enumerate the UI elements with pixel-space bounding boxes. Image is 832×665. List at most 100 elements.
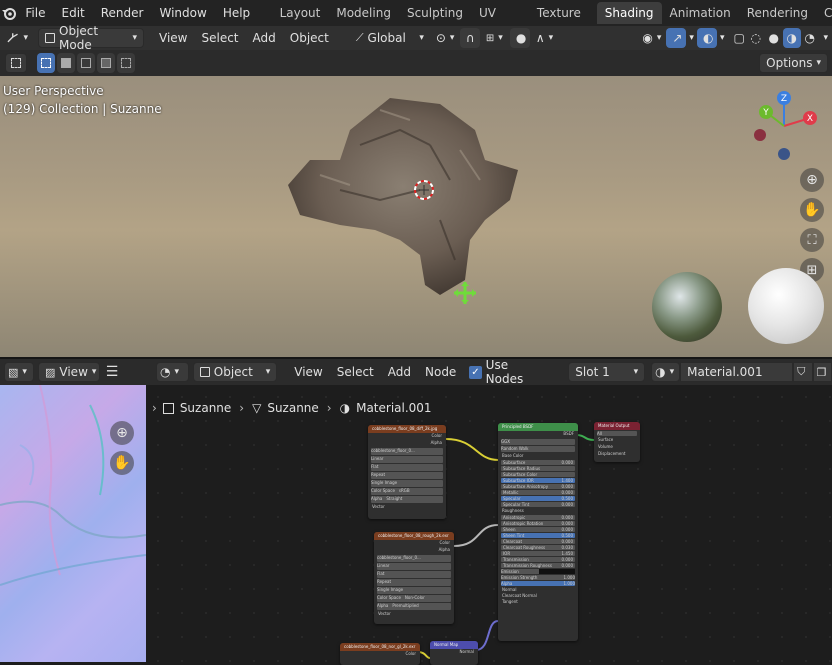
- material-output-node[interactable]: Material Output All Surface Volume Displ…: [594, 422, 640, 462]
- tab-uv-editing[interactable]: UV Editing: [471, 2, 529, 42]
- emission-strength-field[interactable]: Emission Strength 1.000: [501, 575, 575, 580]
- bsdf-field[interactable]: Specular Tint 0.000: [501, 502, 575, 507]
- bsdf-field[interactable]: Anisotropic 0.000: [501, 515, 575, 520]
- menu-window[interactable]: Window: [151, 0, 214, 26]
- select-mode-invert[interactable]: [97, 53, 115, 73]
- bsdf-field[interactable]: Sheen Tint 0.500: [501, 533, 575, 538]
- image-texture-node-diffuse[interactable]: cobblestone_floor_08_diff_2k.jpg Color A…: [368, 425, 446, 519]
- overlay-dropdown-arrow[interactable]: ▾: [717, 33, 728, 43]
- gizmo-toggle[interactable]: ↗: [666, 28, 687, 48]
- shader-node-editor[interactable]: cobblestone_floor_08_diff_2k.jpg Color A…: [146, 385, 832, 665]
- bsdf-field[interactable]: Subsurface Color: [501, 472, 575, 477]
- editor-type-button[interactable]: ▾: [0, 28, 34, 48]
- snap-toggle[interactable]: ∩: [459, 28, 480, 48]
- bsdf-field[interactable]: Transmission Roughness 0.000: [501, 563, 575, 568]
- tab-modeling[interactable]: Modeling: [328, 2, 399, 24]
- projection-dropdown[interactable]: Flat: [377, 571, 451, 578]
- extension-dropdown[interactable]: Repeat: [377, 579, 451, 586]
- menu-render[interactable]: Render: [93, 0, 152, 26]
- bsdf-field[interactable]: Subsurface 0.000: [501, 460, 575, 465]
- bsdf-field[interactable]: Subsurface IOR 1.400: [501, 478, 575, 483]
- node-menu-add[interactable]: Add: [381, 365, 418, 379]
- bsdf-field[interactable]: Subsurface Anisotropy 0.000: [501, 484, 575, 489]
- shading-material[interactable]: ◑: [783, 28, 802, 48]
- shader-type-dropdown[interactable]: Object ▾: [192, 362, 278, 382]
- node-menu-view[interactable]: View: [287, 365, 329, 379]
- tab-layout[interactable]: Layout: [272, 2, 329, 24]
- tab-shading[interactable]: Shading: [596, 2, 662, 24]
- image-pan-button[interactable]: ✋: [110, 451, 134, 475]
- alpha-mode-dropdown[interactable]: Alpha Straight: [371, 496, 443, 503]
- 3d-cursor-icon[interactable]: [412, 178, 436, 202]
- interpolation-dropdown[interactable]: Linear: [377, 563, 451, 570]
- menu-add[interactable]: Add: [246, 31, 283, 45]
- object-origin-move-icon[interactable]: [452, 280, 478, 306]
- image-file-field[interactable]: cobblestone_floor_0...: [371, 448, 443, 455]
- emission-field[interactable]: Emission: [501, 569, 575, 574]
- bsdf-field[interactable]: Sheen 0.000: [501, 527, 575, 532]
- menu-help[interactable]: Help: [215, 0, 258, 26]
- tab-texture-paint[interactable]: Texture Paint: [529, 2, 597, 42]
- select-mode-extend[interactable]: [57, 53, 75, 73]
- shading-solid[interactable]: ●: [765, 28, 783, 48]
- proportional-edit-toggle[interactable]: ●: [509, 28, 530, 48]
- shading-rendered[interactable]: ◔: [801, 28, 819, 48]
- menu-edit[interactable]: Edit: [54, 0, 93, 26]
- zoom-button[interactable]: ⊕: [800, 168, 824, 192]
- shading-dropdown-arrow[interactable]: ▾: [819, 33, 832, 43]
- visibility-dropdown[interactable]: ◉ ▾: [636, 28, 666, 48]
- snap-target-dropdown[interactable]: ⊞ ▾: [480, 28, 510, 48]
- breadcrumb-object[interactable]: Suzanne: [180, 401, 231, 415]
- bsdf-field[interactable]: Clearcoat Roughness 0.030: [501, 545, 575, 550]
- bsdf-field[interactable]: IOR 1.450: [501, 551, 575, 556]
- select-mode-new[interactable]: [37, 53, 55, 73]
- overlay-toggle[interactable]: ◐: [696, 28, 717, 48]
- camera-view-button[interactable]: ⛶: [800, 228, 824, 252]
- 3d-viewport[interactable]: User Perspective (129) Collection | Suza…: [0, 76, 832, 357]
- output-target-dropdown[interactable]: All: [597, 431, 637, 436]
- subsurface-method-dropdown[interactable]: Random Walk: [501, 446, 575, 452]
- source-dropdown[interactable]: Single Image: [377, 587, 451, 594]
- extension-dropdown[interactable]: Repeat: [371, 472, 443, 479]
- colorspace-dropdown[interactable]: Color Space Non-Color: [377, 595, 451, 602]
- material-slot-dropdown[interactable]: Slot 1 ▾: [568, 362, 646, 382]
- select-mode-subtract[interactable]: [77, 53, 95, 73]
- material-name-field[interactable]: Material.001: [680, 362, 794, 382]
- bsdf-field[interactable]: Transmission 0.000: [501, 557, 575, 562]
- fake-user-button[interactable]: ⛉: [793, 362, 813, 382]
- image-editor-canvas[interactable]: ⊕ ✋: [0, 385, 146, 662]
- menu-select[interactable]: Select: [194, 31, 245, 45]
- blender-logo-icon[interactable]: [0, 0, 17, 26]
- alpha-field[interactable]: Alpha 1.000: [501, 581, 575, 586]
- pivot-point-dropdown[interactable]: ⊙ ▾: [430, 28, 460, 48]
- breadcrumb-material[interactable]: Material.001: [356, 401, 431, 415]
- node-editor-type-button[interactable]: ◔ ▾: [156, 362, 189, 382]
- projection-dropdown[interactable]: Flat: [371, 464, 443, 471]
- distribution-dropdown[interactable]: GGX: [501, 439, 575, 445]
- tab-rendering[interactable]: Rendering: [739, 2, 816, 24]
- shading-wireframe[interactable]: ◌: [747, 28, 765, 48]
- use-nodes-checkbox[interactable]: ✓ Use Nodes: [469, 358, 546, 386]
- tab-compositing[interactable]: Compo: [816, 2, 832, 24]
- image-editor-type-button[interactable]: ▧ ▾: [4, 362, 34, 382]
- breadcrumb-mesh[interactable]: Suzanne: [267, 401, 318, 415]
- material-browse-button[interactable]: ◑ ▾: [651, 362, 681, 382]
- options-dropdown[interactable]: Options ▾: [759, 53, 828, 73]
- menu-object[interactable]: Object: [283, 31, 336, 45]
- menu-file[interactable]: File: [17, 0, 53, 26]
- select-mode-intersect[interactable]: [117, 53, 135, 73]
- suzanne-mesh[interactable]: [280, 90, 530, 300]
- tab-sculpting[interactable]: Sculpting: [399, 2, 471, 24]
- image-zoom-button[interactable]: ⊕: [110, 421, 134, 445]
- bsdf-field[interactable]: Specular 0.500: [501, 496, 575, 501]
- xray-toggle[interactable]: ▢: [727, 28, 747, 48]
- tab-animation[interactable]: Animation: [662, 2, 739, 24]
- colorspace-dropdown[interactable]: Color Space sRGB: [371, 488, 443, 495]
- interpolation-dropdown[interactable]: Linear: [371, 456, 443, 463]
- transform-orientation-dropdown[interactable]: ⟋ Global ▾: [350, 28, 430, 48]
- select-tool-button[interactable]: [5, 53, 27, 73]
- pan-button[interactable]: ✋: [800, 198, 824, 222]
- normal-map-node[interactable]: Normal Map Normal: [430, 641, 478, 665]
- duplicate-material-button[interactable]: ❐: [812, 362, 832, 382]
- bsdf-field[interactable]: Anisotropic Rotation 0.000: [501, 521, 575, 526]
